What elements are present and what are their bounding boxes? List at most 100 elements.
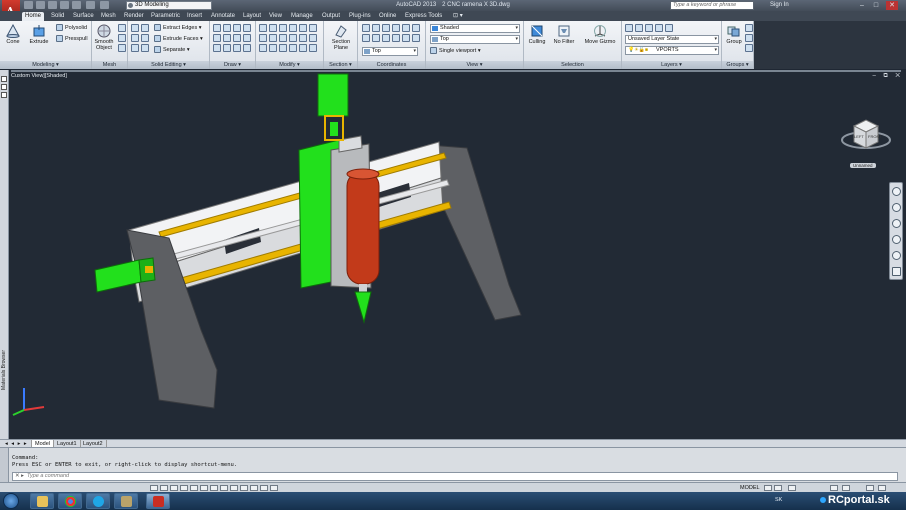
circle-icon[interactable] [233, 24, 241, 32]
extrude-button[interactable]: Extrude [28, 24, 50, 45]
3d-rotate-icon[interactable] [279, 44, 287, 52]
no-filter-button[interactable]: No Filter [551, 24, 577, 45]
ucs-icon[interactable] [362, 24, 370, 32]
annotation-scale-icon[interactable] [788, 485, 796, 491]
ortho-mode-icon[interactable] [180, 485, 188, 491]
3d-mirror-icon[interactable] [289, 44, 297, 52]
infer-constraints-icon[interactable] [150, 485, 158, 491]
move-gizmo-button[interactable]: Move Gizmo [582, 24, 618, 45]
quick-view-drawings-icon[interactable] [774, 485, 782, 491]
ucs-object-icon[interactable] [372, 34, 380, 42]
polysolid-button[interactable]: Polysolid [56, 24, 87, 33]
ucs-menu[interactable]: Unnamed [850, 163, 876, 168]
tab-plug-ins[interactable]: Plug-ins [346, 12, 374, 21]
quick-properties-icon[interactable] [270, 485, 278, 491]
plot-icon[interactable] [72, 1, 81, 9]
3d-move-icon[interactable] [269, 44, 277, 52]
tab-render[interactable]: Render [121, 12, 147, 21]
undo-icon[interactable] [86, 1, 95, 9]
ucs-world-icon[interactable] [372, 24, 380, 32]
slice-icon[interactable] [131, 44, 139, 52]
isolate-objects-icon[interactable] [866, 485, 874, 491]
drawing-viewport[interactable]: Materials Browser Custom View][Shaded] –… [0, 70, 906, 439]
viewport-config-button[interactable]: Single viewport ▾ [430, 47, 481, 56]
ucs-x-icon[interactable] [382, 24, 390, 32]
intersect-icon[interactable] [131, 34, 139, 42]
separate-button[interactable]: Separate ▾ [154, 46, 190, 55]
offset-icon[interactable] [289, 34, 297, 42]
workspace-switch-icon[interactable] [830, 485, 838, 491]
ucs-zaxis-icon[interactable] [402, 34, 410, 42]
maximize-button[interactable]: □ [870, 1, 882, 10]
region-icon[interactable] [223, 44, 231, 52]
save-icon[interactable] [48, 1, 57, 9]
move-icon[interactable] [259, 24, 267, 32]
group-button[interactable]: Group [723, 24, 745, 45]
nav-bar-menu-icon[interactable] [892, 267, 901, 276]
ucs-y-icon[interactable] [392, 24, 400, 32]
align-icon[interactable] [259, 44, 267, 52]
thicken-icon[interactable] [141, 44, 149, 52]
tab-solid[interactable]: Solid [48, 12, 67, 21]
close-button[interactable]: ✕ [886, 1, 898, 10]
grid-display-icon[interactable] [170, 485, 178, 491]
helix-icon[interactable] [243, 44, 251, 52]
layer-properties-icon[interactable] [625, 24, 633, 32]
group-select-icon[interactable] [745, 44, 753, 52]
3d-array-icon[interactable] [299, 44, 307, 52]
ribbon-minimize-toggle[interactable]: ⊡ ▾ [450, 12, 466, 21]
panel-label-groups[interactable]: Groups ▾ [722, 61, 753, 69]
zoom-icon[interactable] [892, 219, 901, 228]
ucs-origin-icon[interactable] [412, 24, 420, 32]
save-as-icon[interactable] [60, 1, 69, 9]
object-snap-icon[interactable] [200, 485, 208, 491]
layer-off-icon[interactable] [665, 24, 673, 32]
group-edit-icon[interactable] [745, 34, 753, 42]
ucs-face-icon[interactable] [382, 34, 390, 42]
lock-icon[interactable] [842, 485, 850, 491]
tab-view[interactable]: View [266, 12, 285, 21]
fillet-icon[interactable] [299, 24, 307, 32]
tab-parametric[interactable]: Parametric [148, 12, 183, 21]
tab-layout[interactable]: Layout [240, 12, 264, 21]
layer-previous-icon[interactable] [645, 24, 653, 32]
polygon-icon[interactable] [213, 44, 221, 52]
materials-browser-tab[interactable]: Materials Browser [1, 350, 8, 390]
panel-label-draw[interactable]: Draw ▾ [210, 61, 255, 69]
panel-label-solid-editing[interactable]: Solid Editing ▾ [128, 61, 209, 69]
array-icon[interactable] [309, 24, 317, 32]
arc-icon[interactable] [243, 24, 251, 32]
lineweight-icon[interactable] [250, 485, 258, 491]
taskbar-explorer[interactable] [30, 493, 54, 509]
help-search-input[interactable]: Type a keyword or phrase [670, 1, 754, 10]
clean-screen-icon[interactable] [878, 485, 886, 491]
layer-state-select[interactable]: Unsaved Layer State ▾ [625, 35, 719, 44]
palette-close-icon[interactable] [1, 76, 7, 82]
panel-label-mesh[interactable]: Mesh [92, 61, 127, 69]
tab-output[interactable]: Output [319, 12, 343, 21]
ucs-previous-icon[interactable] [412, 34, 420, 42]
showmotion-icon[interactable] [892, 251, 901, 260]
panel-label-coordinates[interactable]: Coordinates [358, 61, 425, 69]
mesh-tool-icon[interactable] [118, 44, 126, 52]
quick-view-layouts-icon[interactable] [764, 485, 772, 491]
steering-wheel-icon[interactable] [892, 187, 901, 196]
panel-label-modify[interactable]: Modify ▾ [256, 61, 323, 69]
panel-label-layers[interactable]: Layers ▾ [622, 61, 721, 69]
close-icon[interactable]: ✕ ▸ [15, 473, 24, 480]
cone-button[interactable]: Cone [2, 24, 24, 45]
smooth-object-button[interactable]: Smooth Object [93, 24, 115, 51]
tab-surface[interactable]: Surface [70, 12, 97, 21]
mirror-icon[interactable] [289, 24, 297, 32]
spline-icon[interactable] [223, 34, 231, 42]
pan-icon[interactable] [892, 203, 901, 212]
tab-insert[interactable]: Insert [184, 12, 205, 21]
panel-label-modeling[interactable]: Modeling ▾ [0, 61, 91, 69]
3d-object-snap-icon[interactable] [210, 485, 218, 491]
orbit-icon[interactable] [892, 235, 901, 244]
visual-style-select[interactable]: Shaded ▾ [430, 24, 520, 33]
ucs-3point-icon[interactable] [392, 34, 400, 42]
taskbar-chrome[interactable] [58, 493, 82, 509]
snap-mode-icon[interactable] [160, 485, 168, 491]
polar-tracking-icon[interactable] [190, 485, 198, 491]
